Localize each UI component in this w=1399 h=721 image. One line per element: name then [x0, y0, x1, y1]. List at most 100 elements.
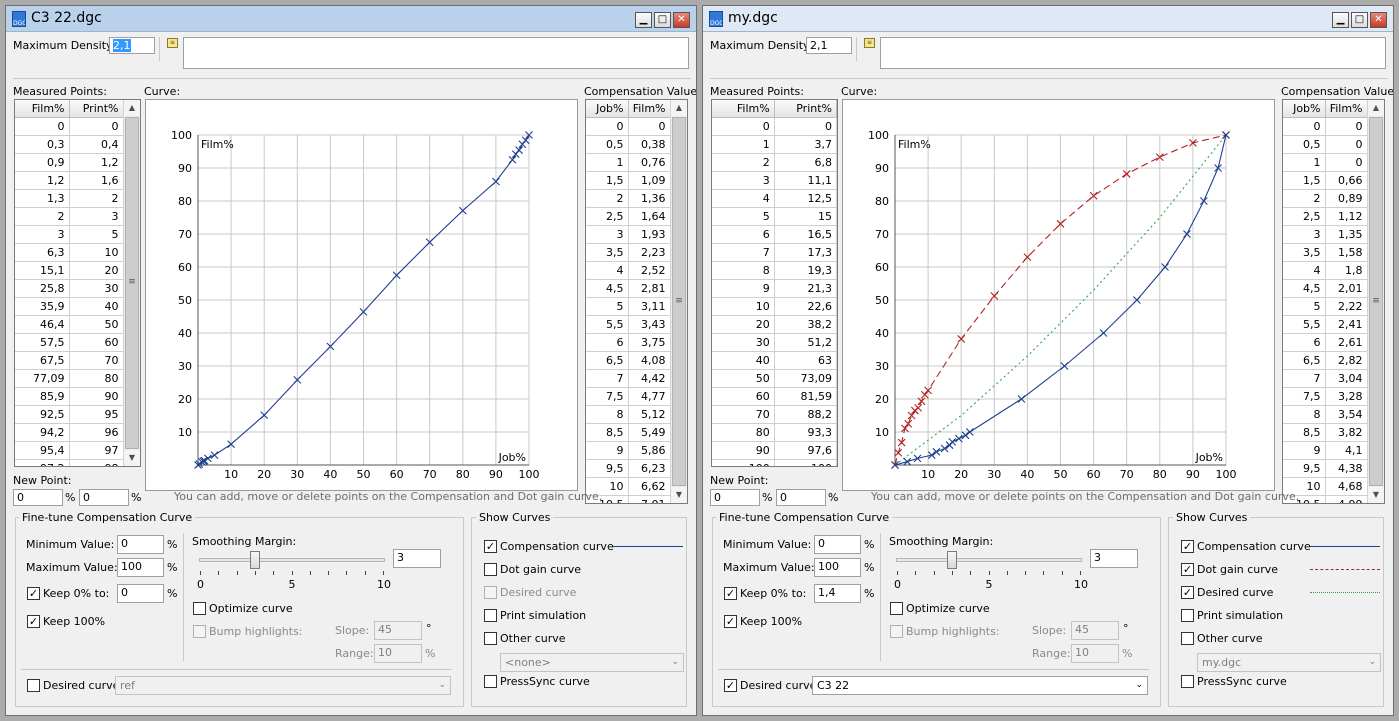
table-row[interactable]: 35	[15, 225, 124, 244]
max-density-input[interactable]: 2,1	[806, 37, 852, 54]
table-cell[interactable]: 22,6	[774, 297, 837, 316]
table-row[interactable]: 3,5 1,58	[1283, 243, 1368, 262]
table-cell[interactable]: 2	[586, 189, 629, 208]
scroll-down-arrow[interactable]: ▼	[124, 450, 140, 466]
table-row[interactable]: 85,9 90	[15, 387, 124, 406]
table-row[interactable]: 9 5,86	[586, 441, 671, 460]
table-cell[interactable]: 0,5	[586, 135, 629, 154]
comment-memo[interactable]	[880, 37, 1386, 69]
table-cell[interactable]: 4,38	[1325, 459, 1368, 478]
table-cell[interactable]: 97,6	[774, 441, 837, 460]
table-cell[interactable]: 3,11	[628, 297, 671, 316]
table-cell[interactable]: 3	[15, 225, 70, 244]
keep-0-input[interactable]: 1,4	[814, 584, 861, 603]
table-cell[interactable]: 1,64	[628, 207, 671, 226]
table-cell[interactable]: 96	[69, 423, 124, 442]
table-cell[interactable]: 9	[1283, 441, 1326, 460]
table-row[interactable]: 1,5 1,09	[586, 171, 671, 190]
table-cell[interactable]: 1	[586, 153, 629, 172]
table-cell[interactable]: 7	[712, 243, 775, 262]
table-cell[interactable]: 50	[69, 315, 124, 334]
table-cell[interactable]: 8	[1283, 405, 1326, 424]
table-row[interactable]: 46,4 50	[15, 315, 124, 334]
comment-memo[interactable]	[183, 37, 689, 69]
desired-curve-checkbox[interactable]	[27, 679, 40, 692]
table-cell[interactable]: 97,2	[15, 459, 70, 466]
table-cell[interactable]: 8	[586, 405, 629, 424]
column-header[interactable]: Job%	[586, 100, 629, 118]
table-cell[interactable]: 5	[69, 225, 124, 244]
scroll-thumb[interactable]: ≡	[125, 117, 139, 449]
keep-0-checkbox[interactable]: ✓	[724, 587, 737, 600]
table-cell[interactable]: 2,01	[1325, 279, 1368, 298]
table-cell[interactable]: 57,5	[15, 333, 70, 352]
table-row[interactable]: 8 19,3	[712, 261, 837, 280]
table-row[interactable]: 8,5 3,82	[1283, 423, 1368, 442]
table-row[interactable]: 5,5 3,43	[586, 315, 671, 334]
table-row[interactable]: 5 2,22	[1283, 297, 1368, 316]
table-row[interactable]: 9 21,3	[712, 279, 837, 298]
table-cell[interactable]: 4,99	[1325, 495, 1368, 503]
table-cell[interactable]: 3	[69, 207, 124, 226]
column-header[interactable]: Print%	[774, 100, 837, 118]
table-cell[interactable]: 46,4	[15, 315, 70, 334]
table-cell[interactable]: 0	[1325, 153, 1368, 172]
table-cell[interactable]: 4,68	[1325, 477, 1368, 496]
table-cell[interactable]: 90	[712, 441, 775, 460]
table-cell[interactable]: 4,42	[628, 369, 671, 388]
table-row[interactable]: 20 38,2	[712, 315, 837, 334]
curve-chart[interactable]: 10 20 30 40 50 60 70 80 90 100 10 20 30 40 50 60 70 80 90 1…	[145, 99, 578, 491]
table-row[interactable]: 23	[15, 207, 124, 226]
table-cell[interactable]: 6	[1283, 333, 1326, 352]
table-row[interactable]: 00	[586, 117, 671, 136]
table-cell[interactable]: 2	[69, 189, 124, 208]
table-cell[interactable]: 70	[712, 405, 775, 424]
table-cell[interactable]: 9,5	[586, 459, 629, 478]
table-row[interactable]: 2 0,89	[1283, 189, 1368, 208]
table-cell[interactable]: 3	[586, 225, 629, 244]
table-cell[interactable]: 6,5	[586, 351, 629, 370]
table-cell[interactable]: 0,89	[1325, 189, 1368, 208]
optimize-curve-checkbox[interactable]	[193, 602, 206, 615]
column-header[interactable]: Film%	[628, 100, 671, 118]
table-cell[interactable]: 9,5	[1283, 459, 1326, 478]
new-point-x-input[interactable]: 0	[710, 489, 760, 506]
table-cell[interactable]: 5	[586, 297, 629, 316]
table-row[interactable]: 1 3,7	[712, 135, 837, 154]
table-row[interactable]: 9 4,1	[1283, 441, 1368, 460]
table-cell[interactable]: 1,8	[1325, 261, 1368, 280]
table-cell[interactable]: 4,5	[586, 279, 629, 298]
table-cell[interactable]: 90	[69, 387, 124, 406]
table-cell[interactable]: 4	[1283, 261, 1326, 280]
table-row[interactable]: 00	[712, 117, 837, 136]
column-header[interactable]: Job%	[1283, 100, 1326, 118]
table-cell[interactable]: 98	[69, 459, 124, 466]
table-cell[interactable]: 2,23	[628, 243, 671, 262]
table-row[interactable]: 4 2,52	[586, 261, 671, 280]
table-row[interactable]: 7 3,04	[1283, 369, 1368, 388]
table-row[interactable]: 00	[1283, 117, 1368, 136]
table-cell[interactable]: 80	[69, 369, 124, 388]
table-row[interactable]: 10 22,6	[712, 297, 837, 316]
table-row[interactable]: 8,5 5,49	[586, 423, 671, 442]
table-row[interactable]: 3 1,35	[1283, 225, 1368, 244]
minimum-value-input[interactable]: 0	[117, 535, 164, 554]
table-cell[interactable]: 15,1	[15, 261, 70, 280]
table-row[interactable]: 25,8 30	[15, 279, 124, 298]
table-cell[interactable]: 60	[712, 387, 775, 406]
table-cell[interactable]: 0,5	[1283, 135, 1326, 154]
table-row[interactable]: 94,2 96	[15, 423, 124, 442]
table-cell[interactable]: 4,77	[628, 387, 671, 406]
column-header[interactable]: Film%	[1325, 100, 1368, 118]
new-point-y-input[interactable]: 0	[79, 489, 129, 506]
table-row[interactable]: 1,5 0,66	[1283, 171, 1368, 190]
table-cell[interactable]: 20	[69, 261, 124, 280]
table-row[interactable]: 30 51,2	[712, 333, 837, 352]
table-row[interactable]: 90 97,6	[712, 441, 837, 460]
column-header[interactable]: Film%	[15, 100, 70, 118]
maximum-value-input[interactable]: 100	[117, 558, 164, 577]
table-cell[interactable]: 4,5	[1283, 279, 1326, 298]
table-cell[interactable]: 7,5	[586, 387, 629, 406]
table-cell[interactable]: 1	[1283, 153, 1326, 172]
table-cell[interactable]: 94,2	[15, 423, 70, 442]
